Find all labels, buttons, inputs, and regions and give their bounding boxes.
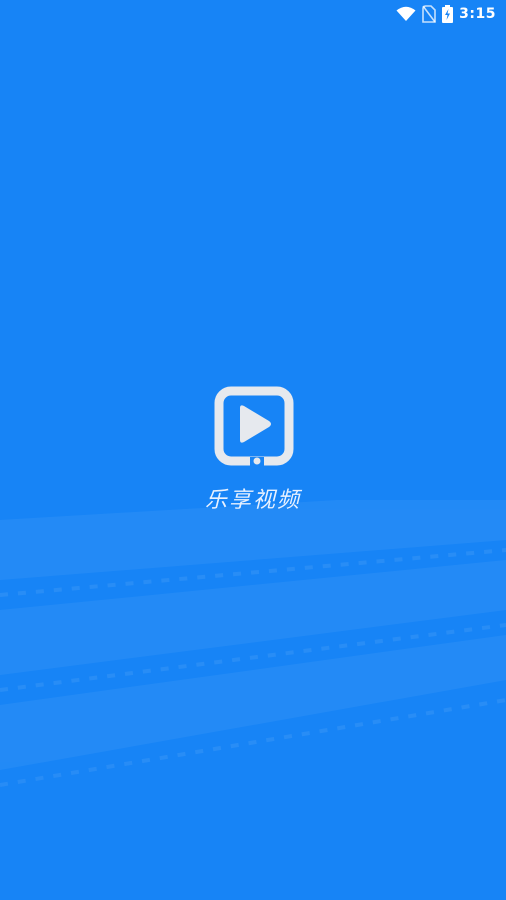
status-bar: 3:15 — [0, 0, 506, 28]
app-name: 乐享视频 — [204, 488, 301, 513]
battery-charging-icon — [442, 5, 454, 23]
wifi-icon — [396, 6, 416, 22]
play-video-icon — [214, 386, 294, 466]
no-sim-icon — [422, 5, 436, 23]
status-time: 3:15 — [459, 6, 496, 22]
background-pattern — [0, 500, 506, 787]
